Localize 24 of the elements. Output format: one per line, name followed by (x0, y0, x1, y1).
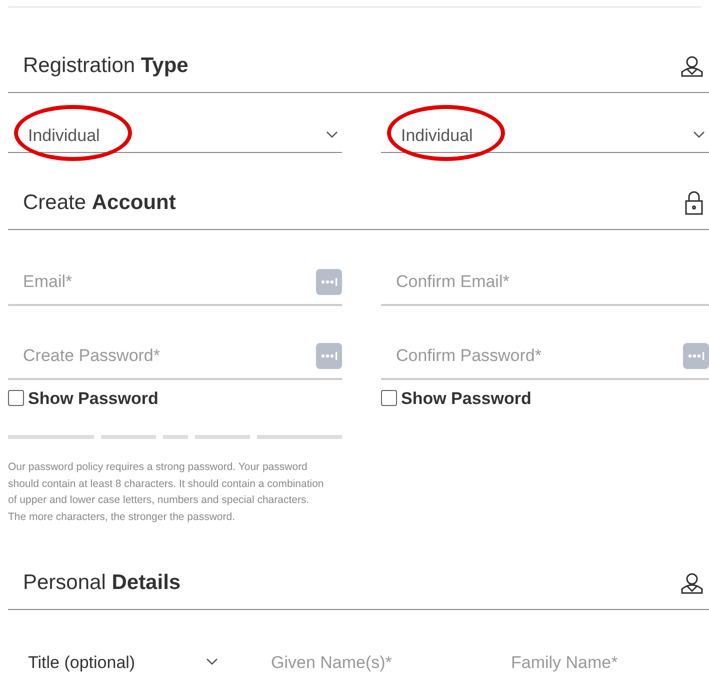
input-field[interactable]: Confirm Password* (396, 342, 683, 368)
chevron-down-icon (206, 658, 218, 666)
input-field[interactable]: Create Password* (23, 342, 316, 368)
password-policy-text: Our password policy requires a strong password. Your password should contain at least 8 characters. It should contain a combination of upper and lower case letters, numbers and special characters. The more characters, the stronger the password. (8, 460, 325, 524)
chevron-down-icon (326, 131, 338, 140)
show-password-checkbox[interactable]: Show Password (8, 386, 158, 411)
section-heading: Personal Details (23, 570, 181, 596)
dots-icon[interactable] (316, 268, 342, 294)
input-field[interactable]: Confirm Email* (396, 268, 709, 294)
person-icon (680, 570, 704, 595)
dropdown-select[interactable]: Individual (8, 122, 342, 153)
dots-icon[interactable] (316, 342, 342, 368)
chevron-down-icon (693, 131, 705, 140)
lock-icon (684, 190, 704, 215)
input-field[interactable]: Family Name* (511, 650, 691, 675)
section-heading: Create Account (23, 190, 176, 216)
dots-icon[interactable] (683, 342, 709, 368)
dropdown-select[interactable]: Individual (381, 122, 709, 153)
person-icon (680, 54, 704, 78)
title-select[interactable]: Title (optional) (8, 650, 218, 675)
input-field[interactable]: Given Name(s)* (271, 650, 511, 675)
show-password-checkbox[interactable]: Show Password (381, 386, 532, 411)
input-field[interactable]: Email* (23, 268, 316, 294)
section-heading: Registration Type (23, 53, 188, 79)
